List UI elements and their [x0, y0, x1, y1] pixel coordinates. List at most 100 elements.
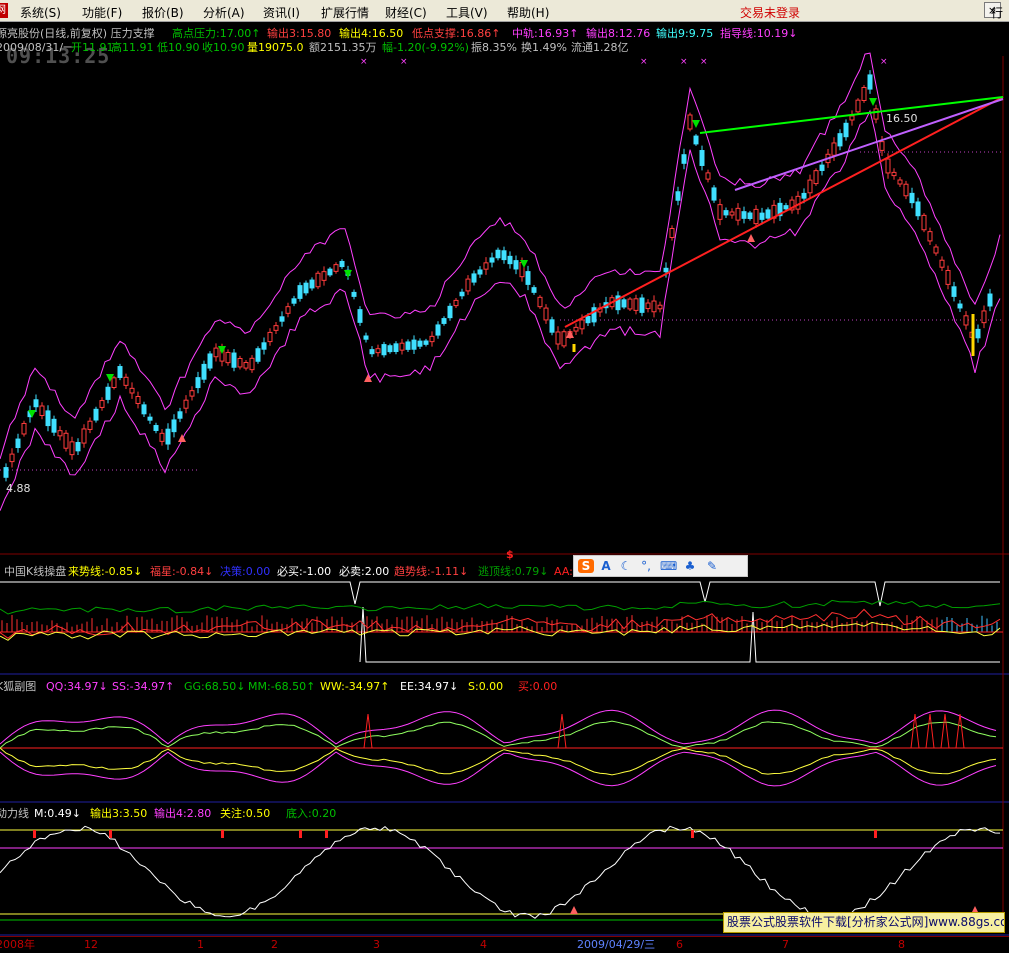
menu-analysis[interactable]: 分析(A)	[203, 4, 245, 21]
candle-body	[573, 326, 579, 332]
bar-info-item: 换1.49%	[521, 41, 567, 54]
candle-body	[687, 114, 693, 130]
candle-body	[723, 210, 729, 216]
candle-body	[129, 387, 135, 394]
candle-body	[501, 250, 507, 261]
date-axis-label: 1	[197, 938, 204, 951]
candle-body	[405, 341, 411, 350]
candle-body	[891, 171, 897, 177]
fox-legend-item: GG:68.50↓	[184, 680, 246, 693]
menu-finance[interactable]: 财经(C)	[385, 4, 427, 21]
candle-body	[957, 303, 963, 309]
candle-body	[963, 315, 969, 326]
trend-line	[0, 608, 1001, 639]
fox-legend-item: S:0.00	[468, 680, 504, 693]
candle-body	[465, 278, 471, 292]
wrench-icon[interactable]: ✎	[704, 559, 720, 573]
candle-body	[297, 285, 303, 299]
candle-body	[729, 211, 735, 216]
candle-body	[69, 441, 75, 456]
candle-body	[699, 150, 705, 166]
power-legend-item: 输出3:3.50	[90, 807, 148, 820]
trade-login-status[interactable]: 交易未登录	[740, 4, 800, 21]
candle-body	[183, 399, 189, 409]
menu-system[interactable]: 系统(S)	[20, 4, 61, 21]
candle-body	[249, 357, 255, 371]
kline-legend-item: 中国K线操盘	[4, 565, 67, 578]
date-axis-label: 7	[782, 938, 789, 951]
candle-body	[555, 331, 561, 345]
chart-canvas[interactable]: × × × × × ×	[0, 22, 1009, 952]
candle-body	[483, 262, 489, 270]
date-axis-label: 12	[84, 938, 98, 951]
menu-quote[interactable]: 报价(B)	[142, 4, 184, 21]
menu-help[interactable]: 帮助(H)	[507, 4, 549, 21]
sell-arrow-icon	[869, 98, 877, 106]
ad-banner[interactable]: 股票公式股票软件下载[分析家公式网]www.88gs.com	[723, 912, 1005, 933]
candle-body	[423, 340, 429, 345]
app-icon[interactable]: 网	[0, 3, 8, 18]
candle-body	[147, 416, 153, 421]
fox-buy-signal	[925, 713, 935, 749]
bar-info-item: 低10.90	[157, 41, 200, 54]
fox-qq-line	[0, 709, 997, 745]
candle-body	[213, 347, 219, 358]
candle-body	[321, 271, 327, 281]
candle-body	[633, 298, 639, 311]
menu-extended-quotes[interactable]: 扩展行情	[321, 4, 369, 21]
chart-area[interactable]: × × × × × × 09:13:25 源亮股份(日线,前复权) 压力支撑 高点压力:17…	[0, 22, 1009, 952]
candle-body	[561, 331, 567, 347]
candle-body	[543, 307, 549, 321]
sell-arrow-icon	[692, 120, 700, 128]
candle-body	[441, 318, 447, 324]
menu-info[interactable]: 资讯(I)	[263, 4, 300, 21]
date-axis-label: 3	[373, 938, 380, 951]
candle-body	[837, 133, 843, 147]
sogou-s-icon[interactable]: S	[578, 559, 594, 573]
sell-arrow-icon	[344, 270, 352, 278]
menu-function[interactable]: 功能(F)	[82, 4, 122, 21]
date-axis-label: 4	[480, 938, 487, 951]
candle-body	[57, 430, 63, 437]
candle-body	[165, 428, 171, 445]
candle-body	[801, 192, 807, 199]
keyboard-icon[interactable]: ⌨	[660, 559, 677, 573]
price-info-item: 输出9:9.75	[656, 27, 714, 40]
candle-body	[711, 187, 717, 201]
candle-body	[681, 154, 687, 164]
price-info-item: 高点压力:17.00↑	[172, 27, 261, 40]
candle-body	[387, 345, 393, 353]
lower-band-line	[0, 109, 1001, 511]
bar-info-item: 2009/08/31/一	[0, 41, 75, 54]
candle-body	[447, 305, 453, 319]
candle-body	[831, 142, 837, 156]
candle-body	[495, 249, 501, 259]
candle-body	[591, 307, 597, 323]
comma-icon[interactable]: °,	[638, 559, 654, 573]
candle-body	[627, 298, 633, 310]
candle-body	[171, 419, 177, 433]
candle-body	[99, 400, 105, 408]
candle-body	[237, 357, 243, 368]
candle-body	[537, 296, 543, 308]
shirt-icon[interactable]: ♣	[682, 559, 698, 573]
fox-ww-line	[0, 747, 997, 776]
kline-legend-item: 逃顶线:0.79↓	[478, 565, 549, 578]
bar-info-item: 振8.35%	[471, 41, 517, 54]
a-icon[interactable]: A	[598, 559, 614, 573]
moon-icon[interactable]: ☾	[618, 559, 634, 573]
price-info-item: 低点支撑:16.86↑	[412, 27, 501, 40]
candle-body	[843, 122, 849, 138]
menu-bar: 网 系统(S) 功能(F) 报价(B) 分析(A) 资讯(I) 扩展行情 财经(…	[0, 0, 1009, 22]
candle-body	[849, 115, 855, 121]
menu-tools[interactable]: 工具(V)	[446, 4, 488, 21]
candle-body	[621, 299, 627, 308]
candle-body	[819, 164, 825, 171]
candle-body	[81, 428, 87, 444]
candle-body	[39, 405, 45, 416]
window-title-fragment: 行	[991, 6, 1004, 20]
candle-body	[855, 99, 861, 113]
power-peak-mark	[33, 830, 36, 838]
candle-body	[951, 286, 957, 297]
candle-body	[15, 438, 21, 449]
